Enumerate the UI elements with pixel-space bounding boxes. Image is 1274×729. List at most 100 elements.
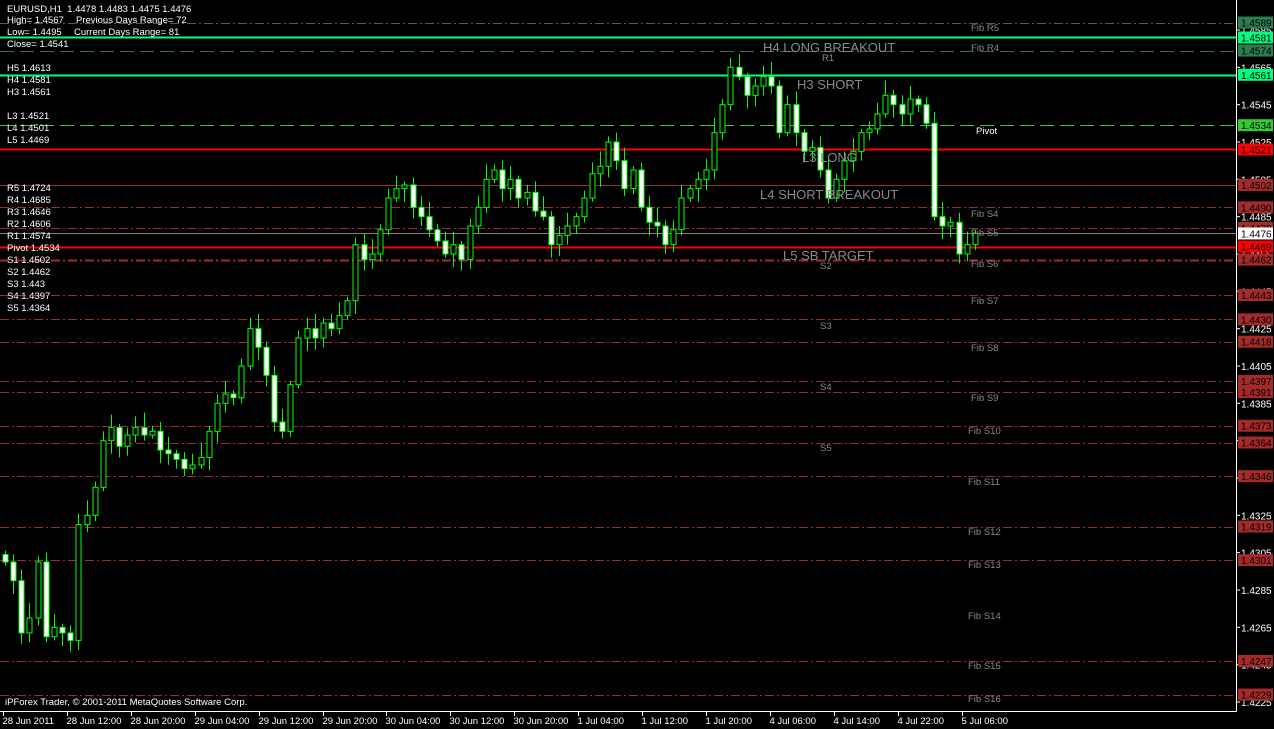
- x-tick-label: 4 Jul 06:00: [770, 716, 816, 727]
- fib-s4-label: Fib S4: [971, 209, 999, 220]
- fib-s15-label: Fib S15: [968, 661, 1001, 672]
- price-label: 1.4521: [1241, 145, 1272, 156]
- bull-candle: [687, 188, 694, 199]
- bull-candle: [491, 169, 498, 180]
- x-tick-label: 4 Jul 14:00: [834, 716, 880, 727]
- bear-candle: [59, 626, 66, 634]
- fib-s12-label: Fib S12: [968, 527, 1001, 538]
- bull-candle: [385, 197, 392, 231]
- s2-label: S2: [820, 261, 832, 272]
- bear-candle: [532, 191, 539, 212]
- bull-candle: [556, 234, 563, 246]
- bear-candle: [890, 94, 897, 106]
- level-h3: H3 1.4561: [7, 87, 51, 98]
- bull-candle: [222, 393, 229, 404]
- bull-candle: [75, 524, 82, 641]
- curr-range-text: Current Days Range= 81: [74, 27, 180, 38]
- bull-candle: [874, 113, 881, 130]
- price-label: 1.4502: [1241, 181, 1272, 192]
- bull-candle: [467, 225, 474, 261]
- bull-candle: [882, 94, 889, 115]
- bull-candle: [524, 191, 531, 199]
- x-tick-label: 30 Jun 12:00: [450, 716, 505, 727]
- bear-candle: [18, 580, 25, 634]
- bear-candle: [263, 346, 270, 376]
- time-axis: 28 Jun 2011 28 Jun 12:00 28 Jun 20:00 29 Ju…: [3, 712, 1008, 727]
- bull-candle: [100, 440, 107, 488]
- bull-candle: [320, 322, 327, 339]
- bull-candle: [564, 225, 571, 236]
- bear-candle: [271, 374, 278, 423]
- bull-candle: [295, 337, 302, 386]
- bull-candle: [483, 178, 490, 208]
- price-label: 1.4229: [1241, 691, 1272, 702]
- s5-label: S5: [820, 443, 832, 454]
- bull-candle: [369, 253, 376, 261]
- price-label: 1.4534: [1241, 121, 1272, 132]
- bear-candle: [165, 449, 172, 455]
- bull-candle: [964, 244, 971, 255]
- bull-candle: [84, 514, 91, 526]
- level-r5: R5 1.4724: [7, 183, 51, 194]
- h3-short-label: H3 SHORT: [797, 77, 863, 92]
- bull-candle: [124, 434, 131, 447]
- bull-candle: [51, 626, 58, 638]
- price-label: 1.4373: [1241, 422, 1272, 433]
- bull-candle: [670, 229, 677, 246]
- fib-s13-label: Fib S13: [968, 560, 1001, 571]
- bull-candle: [573, 216, 580, 227]
- x-tick-label: 29 Jun 04:00: [195, 716, 250, 727]
- bull-candle: [149, 430, 156, 436]
- bear-candle: [654, 221, 661, 227]
- bear-candle: [939, 216, 946, 227]
- bear-candle: [613, 141, 620, 162]
- bear-candle: [230, 393, 237, 399]
- r1-label: R1: [822, 53, 835, 64]
- bull-candle: [393, 188, 400, 199]
- bull-candle: [630, 169, 637, 190]
- bull-candle: [475, 206, 482, 227]
- bull-candle: [947, 221, 954, 227]
- bear-candle: [515, 178, 522, 199]
- y-tick-label: 1.4385: [1241, 399, 1272, 410]
- bull-candle: [206, 430, 213, 458]
- high-text: High= 1.4567: [7, 15, 64, 26]
- fib-s7-label: Fib S7: [971, 296, 999, 307]
- x-tick-label: 28 Jun 20:00: [131, 716, 186, 727]
- level-s1: S1 1.4502: [7, 255, 51, 266]
- price-label: 1.4589: [1241, 19, 1272, 30]
- level-h5: H5 1.4613: [7, 63, 51, 74]
- candles: [2, 54, 979, 652]
- copyright-text: iPForex Trader, © 2001-2011 MetaQuotes S…: [5, 697, 248, 708]
- bear-candle: [279, 421, 286, 432]
- price-chart[interactable]: 1.45851.45651.45451.45251.45051.44851.44…: [0, 0, 1274, 729]
- bull-candle: [727, 66, 734, 106]
- bear-candle: [899, 104, 906, 115]
- bull-candle: [238, 365, 245, 399]
- bull-candle: [214, 402, 221, 432]
- bear-candle: [328, 322, 335, 330]
- x-tick-label: 30 Jun 04:00: [386, 716, 441, 727]
- symbol-line: EURUSD,H1 1.4478 1.4483 1.4475 1.4476: [7, 4, 192, 15]
- bear-candle: [923, 104, 930, 124]
- price-label: 1.4462: [1241, 256, 1272, 267]
- level-s3: S3 1.443: [7, 279, 46, 290]
- bull-candle: [711, 132, 718, 171]
- bull-candle: [719, 104, 726, 134]
- level-h4: H4 1.4581: [7, 75, 51, 86]
- l3-long-label: L3 LONG: [802, 150, 857, 165]
- x-tick-label: 1 Jul 04:00: [578, 716, 624, 727]
- price-label: 1.4319: [1241, 523, 1272, 534]
- bear-candle: [255, 328, 262, 348]
- fib-r4-label: Fib R4: [971, 43, 999, 54]
- bear-candle: [157, 430, 164, 451]
- bear-candle: [744, 76, 751, 96]
- bear-candle: [915, 98, 922, 106]
- level-r4: R4 1.4685: [7, 195, 51, 206]
- level-l4: L4 1.4501: [7, 123, 50, 134]
- s4-label: S4: [820, 382, 832, 393]
- bull-candle: [695, 178, 702, 190]
- bear-candle: [793, 104, 800, 134]
- bear-candle: [931, 122, 938, 218]
- price-label: 1.4443: [1241, 291, 1272, 302]
